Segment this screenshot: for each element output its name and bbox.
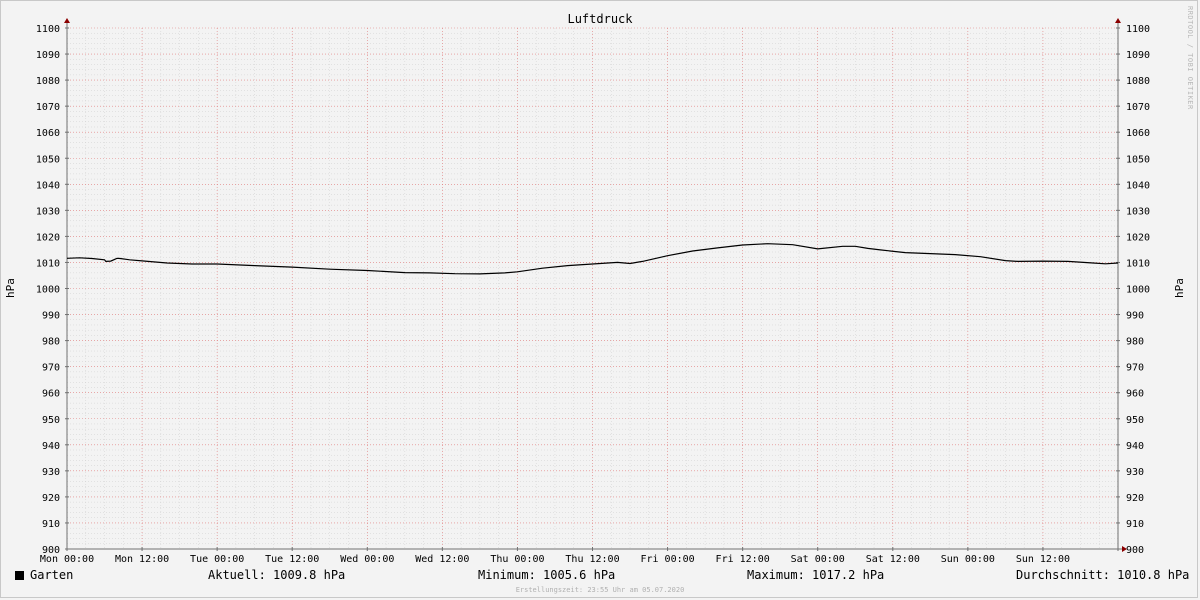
y-tick-label-left: 1100: [36, 24, 60, 35]
y-tick-label-left: 1060: [36, 128, 60, 139]
y-tick-label-left: 930: [42, 467, 60, 478]
y-tick-label-left: 1070: [36, 102, 60, 113]
x-tick-label: Thu 12:00: [565, 554, 619, 565]
y-tick-label-right: 1070: [1126, 102, 1150, 113]
y-axis-label-right: hPa: [1173, 278, 1186, 298]
chart-title: Luftdruck: [567, 12, 633, 26]
y-tick-label-right: 1000: [1126, 285, 1150, 296]
y-tick-label-left: 940: [42, 441, 60, 452]
legend-current: Aktuell: 1009.8 hPa: [208, 568, 346, 582]
x-tick-label: Sat 00:00: [791, 554, 845, 565]
y-tick-label-left: 1000: [36, 285, 60, 296]
y-tick-label-right: 910: [1126, 519, 1144, 530]
legend: Garten Aktuell: 1009.8 hPa Minimum: 1005…: [0, 568, 1200, 584]
y-tick-label-right: 920: [1126, 493, 1144, 504]
y-tick-label-right: 1030: [1126, 206, 1150, 217]
x-tick-label: Thu 00:00: [490, 554, 544, 565]
series-layer: [66, 243, 1119, 275]
y-tick-label-left: 1090: [36, 50, 60, 61]
x-tick-label: Fri 00:00: [640, 554, 694, 565]
legend-minimum: Minimum: 1005.6 hPa: [478, 568, 616, 582]
y-tick-label-left: 970: [42, 363, 60, 374]
y-tick-label-right: 1060: [1126, 128, 1150, 139]
x-tick-label: Wed 12:00: [415, 554, 469, 565]
x-tick-label: Wed 00:00: [340, 554, 394, 565]
y-tick-label-left: 1040: [36, 180, 60, 191]
y-tick-label-left: 980: [42, 337, 60, 348]
legend-series-name: Garten: [30, 568, 74, 582]
x-tick-label: Sun 00:00: [941, 554, 995, 565]
y-tick-label-right: 1040: [1126, 180, 1150, 191]
y-tick-label-left: 1010: [36, 258, 60, 269]
y-tick-label-right: 1090: [1126, 50, 1150, 61]
y-axis-arrow-right: [1115, 18, 1121, 23]
y-tick-label-right: 1050: [1126, 154, 1150, 165]
y-tick-label-left: 960: [42, 389, 60, 400]
pressure-chart: 900 900910 910920 920930 930940 940950 950960 9…: [4, 12, 1186, 565]
legend-average: Durchschnitt: 1010.8 hPa: [1016, 568, 1190, 582]
x-tick-label: Sat 12:00: [866, 554, 920, 565]
y-tick-label-right: 930: [1126, 467, 1144, 478]
x-tick-label: Mon 00:00: [40, 554, 94, 565]
y-tick-label-right: 970: [1126, 363, 1144, 374]
y-tick-label-left: 1050: [36, 154, 60, 165]
y-tick-label-right: 1010: [1126, 258, 1150, 269]
y-tick-label-left: 990: [42, 311, 60, 322]
y-tick-label-left: 1030: [36, 206, 60, 217]
x-tick-label: Tue 00:00: [190, 554, 244, 565]
y-tick-label-left: 910: [42, 519, 60, 530]
x-tick-label: Fri 12:00: [716, 554, 770, 565]
series-line-garten: [66, 243, 1119, 275]
x-tick-label: Mon 12:00: [115, 554, 169, 565]
y-axis-arrow-left: [64, 18, 70, 23]
y-tick-label-left: 1080: [36, 76, 60, 87]
y-tick-label-right: 900: [1126, 545, 1144, 556]
y-tick-label-left: 1020: [36, 232, 60, 243]
y-tick-label-right: 960: [1126, 389, 1144, 400]
x-tick-labels: Mon 00:00 Mon 12:00 Tue 00:00 Tue 12:00 Wed …: [40, 554, 1070, 565]
y-tick-label-right: 940: [1126, 441, 1144, 452]
legend-swatch: [15, 571, 24, 580]
y-tick-label-right: 950: [1126, 415, 1144, 426]
y-axis-label-left: hPa: [4, 278, 17, 298]
x-tick-label: Sun 12:00: [1016, 554, 1070, 565]
y-tick-label-left: 920: [42, 493, 60, 504]
x-tick-label: Tue 12:00: [265, 554, 319, 565]
axes: [64, 18, 1127, 552]
y-tick-label-left: 950: [42, 415, 60, 426]
legend-maximum: Maximum: 1017.2 hPa: [747, 568, 885, 582]
grid-lines: [66, 27, 1118, 550]
y-tick-label-right: 1080: [1126, 76, 1150, 87]
y-tick-label-right: 980: [1126, 337, 1144, 348]
y-tick-label-right: 1020: [1126, 232, 1150, 243]
watermark: RRDTOOL / TOBI OETIKER: [1186, 6, 1194, 110]
y-tick-label-right: 990: [1126, 311, 1144, 322]
y-tick-label-right: 1100: [1126, 24, 1150, 35]
creation-time-footer: Erstellungszeit: 23:55 Uhr am 05.07.2020: [515, 586, 685, 594]
